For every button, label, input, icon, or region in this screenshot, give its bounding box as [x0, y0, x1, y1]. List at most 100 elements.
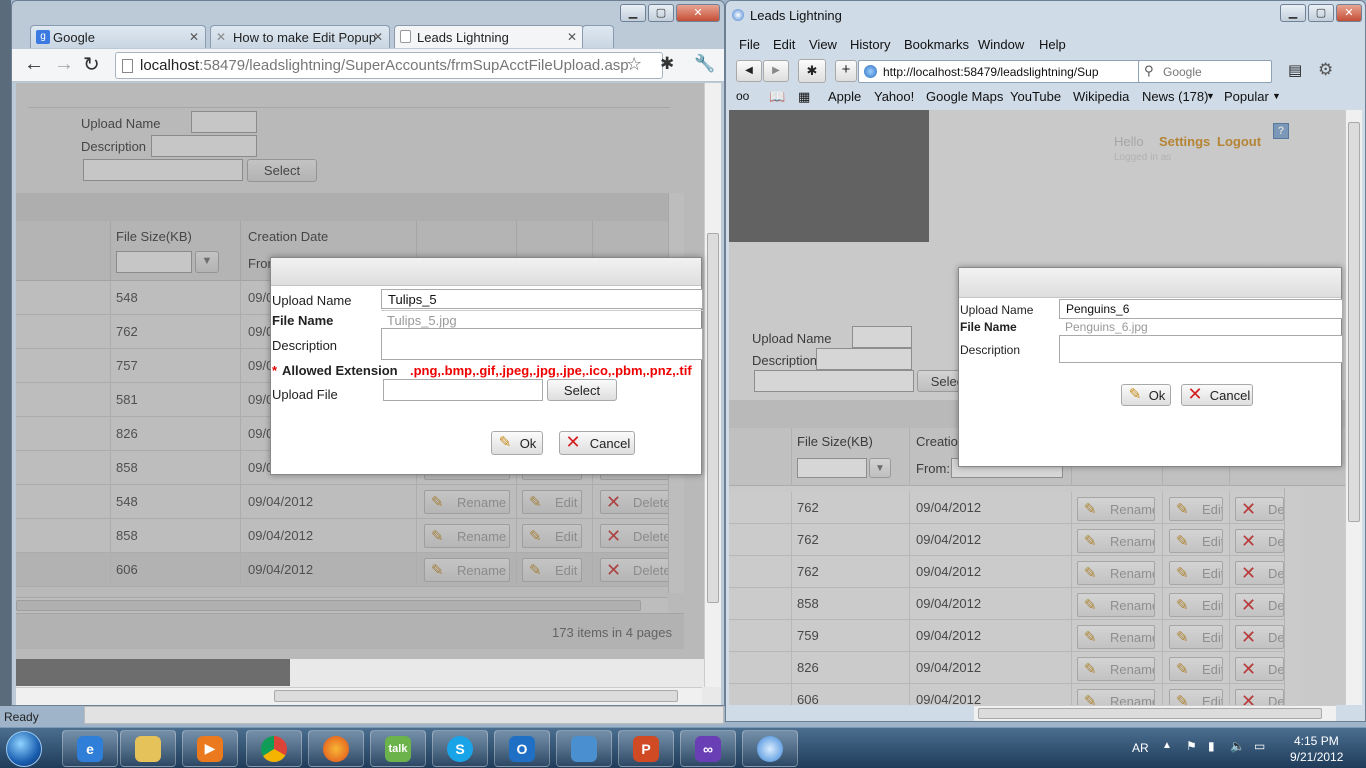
search-icon: ⚲: [1144, 63, 1154, 78]
chrome-toolbar: ← → ↻ localhost:58479/leadslightning/Sup…: [12, 49, 724, 82]
volume-icon[interactable]: 🔈: [1230, 739, 1245, 753]
tab-strip: g Google ✕ ✕ How to make Edit Popup ✕ Le…: [12, 23, 724, 48]
bookmark-apple[interactable]: Apple: [828, 89, 861, 104]
menu-help[interactable]: Help: [1039, 37, 1066, 52]
grid-icon[interactable]: ▦: [798, 89, 810, 105]
taskbar-explorer[interactable]: [120, 730, 176, 767]
close-window-button[interactable]: ✕: [1336, 4, 1362, 22]
bug-extension-icon[interactable]: ✱: [660, 54, 674, 74]
show-hidden-icons[interactable]: ▲: [1162, 740, 1172, 751]
network-icon[interactable]: ▮: [1208, 739, 1215, 753]
address-bar[interactable]: localhost:58479/leadslightning/SuperAcco…: [115, 52, 663, 79]
forward-button[interactable]: ▶: [763, 60, 789, 82]
menu-file[interactable]: File: [739, 37, 760, 52]
cancel-button[interactable]: ✕ Cancel: [559, 431, 635, 455]
taskbar-firefox[interactable]: [308, 730, 364, 767]
tab-google[interactable]: g Google ✕: [30, 25, 206, 48]
close-tab-icon[interactable]: ✕: [567, 30, 577, 44]
page-menu-icon[interactable]: ▤: [1288, 61, 1302, 79]
back-button[interactable]: ◀: [736, 60, 762, 82]
description-label: Description: [272, 338, 338, 353]
visual-studio-icon: ∞: [695, 735, 721, 762]
file-name-label: File Name: [960, 320, 1017, 334]
forward-icon[interactable]: →: [54, 53, 74, 76]
close-tab-icon[interactable]: ✕: [373, 30, 383, 44]
clock-time[interactable]: 4:15 PM: [1294, 734, 1339, 748]
taskbar-media[interactable]: ▶: [182, 730, 238, 767]
maximize-button[interactable]: ▢: [648, 4, 674, 22]
description-input[interactable]: [381, 328, 703, 360]
new-tab-button[interactable]: [582, 25, 614, 48]
page-horizontal-scrollbar[interactable]: [16, 687, 702, 705]
start-button[interactable]: [6, 731, 42, 767]
upload-name-input[interactable]: Tulips_5: [381, 289, 703, 309]
taskbar-chrome[interactable]: [246, 730, 302, 767]
bookmark-youtube[interactable]: YouTube: [1010, 89, 1061, 104]
upload-name-input[interactable]: Penguins_6: [1059, 299, 1343, 319]
url-path: :58479/leadslightning/SuperAccounts/frmS…: [199, 57, 629, 74]
horizontal-scrollbar[interactable]: [974, 705, 1336, 721]
menu-bookmarks[interactable]: Bookmarks: [904, 37, 969, 52]
status-ready: Ready: [4, 710, 39, 724]
select-button[interactable]: Select: [547, 379, 617, 401]
taskbar-visual-studio[interactable]: ∞: [680, 730, 736, 767]
upload-file-input[interactable]: [383, 379, 543, 401]
power-icon[interactable]: ▭: [1254, 739, 1265, 753]
chevron-down-icon[interactable]: ▼: [1206, 91, 1215, 101]
bookmark-wikipedia[interactable]: Wikipedia: [1073, 89, 1129, 104]
file-name-label: File Name: [272, 313, 334, 328]
bug-extension-button[interactable]: ✱: [798, 59, 826, 83]
new-tab-button[interactable]: +: [835, 60, 857, 82]
dialog-titlebar[interactable]: [959, 268, 1341, 298]
maximize-button[interactable]: ▢: [1308, 4, 1334, 22]
description-input[interactable]: [1059, 335, 1343, 363]
menu-edit[interactable]: Edit: [773, 37, 795, 52]
scroll-thumb[interactable]: [1348, 122, 1360, 522]
upload-name-label: Upload Name: [272, 293, 352, 308]
reload-icon[interactable]: ↻: [83, 52, 100, 77]
taskbar-outlook[interactable]: O: [494, 730, 550, 767]
taskbar-powerpoint[interactable]: P: [618, 730, 674, 767]
taskbar-ie[interactable]: e: [62, 730, 118, 767]
tab-edit-popup[interactable]: ✕ How to make Edit Popup ✕: [210, 25, 390, 48]
close-tab-icon[interactable]: ✕: [189, 30, 199, 44]
minimize-button[interactable]: ▁: [1280, 4, 1306, 22]
menu-window[interactable]: Window: [978, 37, 1024, 52]
ok-button[interactable]: ✎ Ok: [491, 431, 543, 455]
tab-leads-lightning[interactable]: Leads Lightning ✕: [394, 25, 584, 48]
bookmark-google-maps[interactable]: Google Maps: [926, 89, 1003, 104]
gear-icon[interactable]: ⚙: [1318, 60, 1333, 80]
wrench-icon[interactable]: 🔧: [694, 54, 715, 74]
taskbar-gtalk[interactable]: talk: [370, 730, 426, 767]
bookmark-news[interactable]: News (178): [1142, 89, 1208, 104]
chevron-down-icon[interactable]: ▼: [1272, 91, 1281, 101]
bookmark-yahoo[interactable]: Yahoo!: [874, 89, 914, 104]
taskbar-remote-desktop[interactable]: [556, 730, 612, 767]
menu-view[interactable]: View: [809, 37, 837, 52]
address-bar[interactable]: http://localhost:58479/leadslightning/Su…: [858, 60, 1154, 83]
scroll-thumb[interactable]: [274, 690, 678, 702]
back-icon[interactable]: ←: [24, 53, 44, 76]
cancel-button[interactable]: ✕ Cancel: [1181, 384, 1253, 406]
page-vertical-scrollbar[interactable]: [704, 83, 721, 687]
clock-date[interactable]: 9/21/2012: [1290, 750, 1343, 764]
chrome-window: ▁ ▢ ✕ g Google ✕ ✕ How to make Edit Popu…: [11, 0, 725, 706]
globe-icon: [864, 65, 877, 78]
minimize-button[interactable]: ▁: [620, 4, 646, 22]
scroll-thumb[interactable]: [978, 708, 1322, 719]
language-indicator[interactable]: AR: [1132, 741, 1149, 755]
search-box[interactable]: ⚲ Google: [1138, 60, 1272, 83]
bookmark-popular[interactable]: Popular: [1224, 89, 1269, 104]
scroll-thumb[interactable]: [707, 233, 719, 603]
reader-icon[interactable]: oo: [736, 89, 749, 103]
taskbar-safari[interactable]: [742, 730, 798, 767]
book-icon[interactable]: 📖: [769, 89, 785, 105]
ok-button[interactable]: ✎ Ok: [1121, 384, 1171, 406]
dialog-titlebar[interactable]: [271, 258, 701, 286]
page-vertical-scrollbar[interactable]: [1345, 110, 1362, 705]
action-center-icon[interactable]: ⚑: [1186, 739, 1197, 753]
bookmark-star-icon[interactable]: ☆: [626, 54, 642, 75]
menu-history[interactable]: History: [850, 37, 890, 52]
close-window-button[interactable]: ✕: [676, 4, 720, 22]
taskbar-skype[interactable]: S: [432, 730, 488, 767]
